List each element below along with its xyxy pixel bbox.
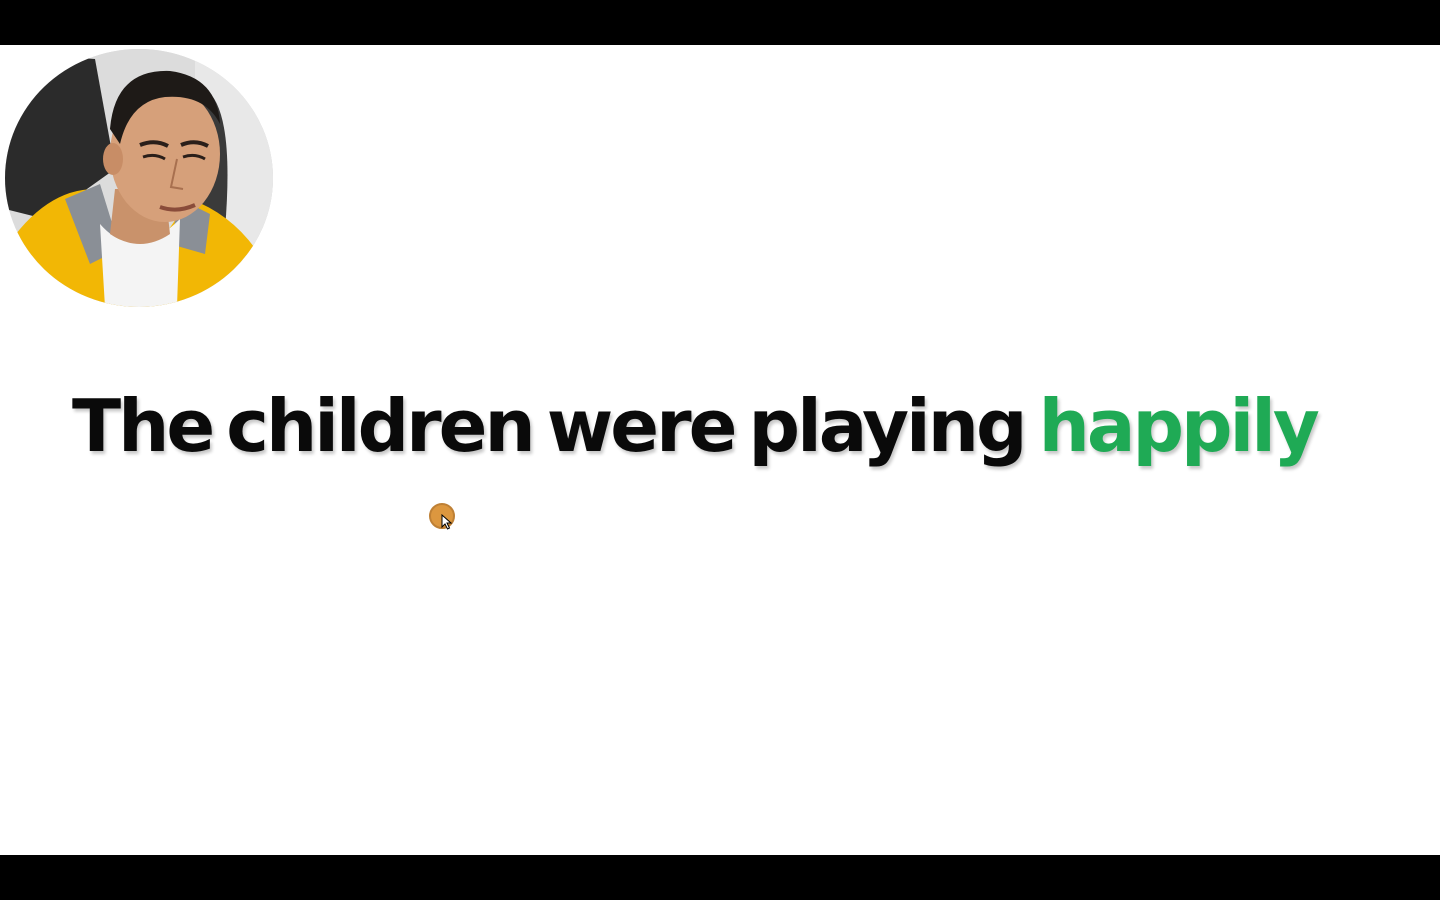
mouse-pointer-icon — [441, 514, 453, 530]
presentation-slide: The children were playing happily — [0, 45, 1440, 855]
letterbox-top — [0, 0, 1440, 45]
sentence-highlight-word: happily — [1038, 384, 1320, 468]
slide-sentence: The children were playing happily — [72, 383, 1372, 469]
letterbox-bottom — [0, 855, 1440, 900]
sentence-main-text: The children were playing — [72, 384, 1028, 468]
presenter-webcam — [5, 49, 273, 307]
